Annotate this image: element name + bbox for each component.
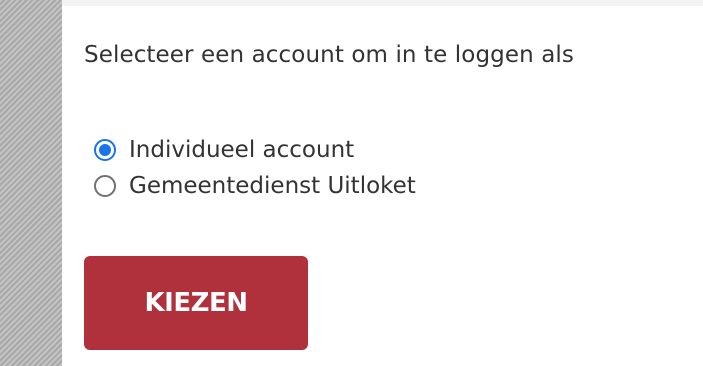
account-prompt: Selecteer een account om in te loggen al… bbox=[84, 42, 574, 68]
decorative-stripe bbox=[0, 0, 62, 366]
radio-button-municipal[interactable] bbox=[94, 175, 116, 197]
radio-option-individual[interactable]: Individueel account bbox=[94, 132, 416, 168]
radio-button-individual[interactable] bbox=[94, 139, 116, 161]
radio-label-municipal[interactable]: Gemeentedienst Uitloket bbox=[129, 173, 416, 199]
choose-button[interactable]: KIEZEN bbox=[84, 256, 308, 350]
radio-label-individual[interactable]: Individueel account bbox=[129, 137, 354, 163]
account-selection-panel: Selecteer een account om in te loggen al… bbox=[62, 6, 703, 366]
radio-option-municipal[interactable]: Gemeentedienst Uitloket bbox=[94, 168, 416, 204]
account-radio-group: Individueel account Gemeentedienst Uitlo… bbox=[94, 132, 416, 204]
page: Selecteer een account om in te loggen al… bbox=[0, 0, 703, 366]
